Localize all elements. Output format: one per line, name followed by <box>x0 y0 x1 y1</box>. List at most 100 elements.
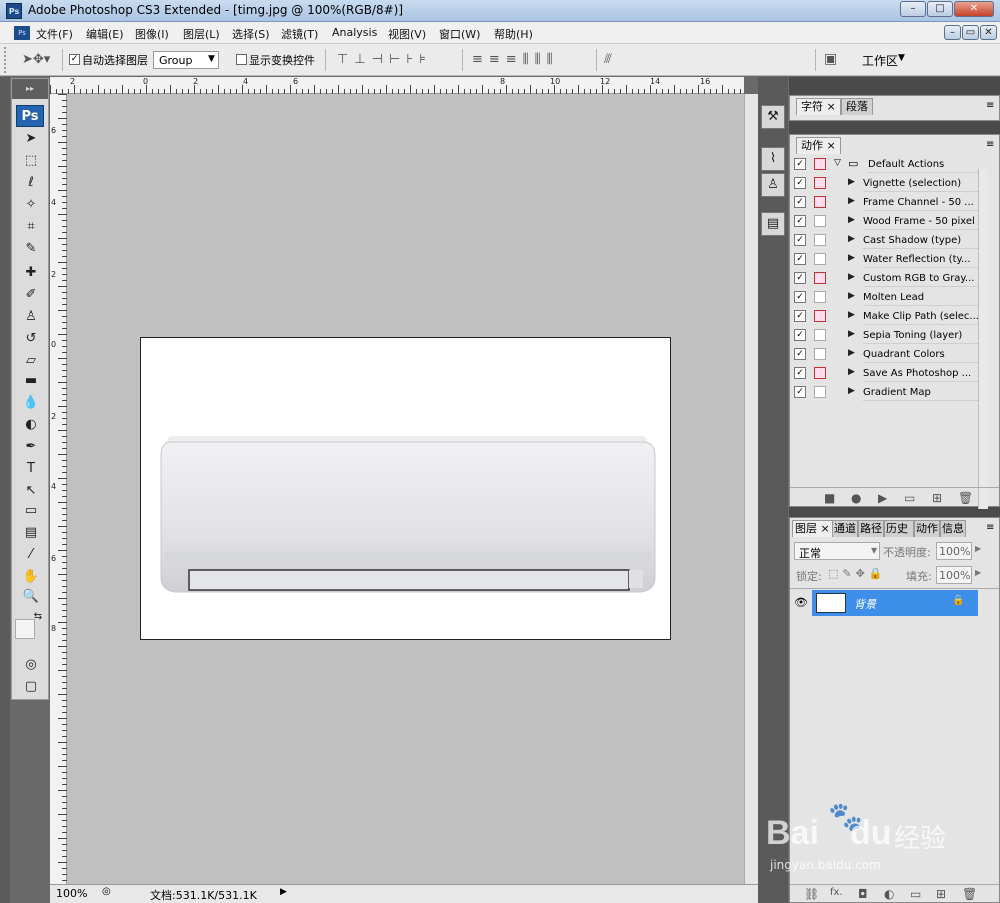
checkmark-icon[interactable]: ✓ <box>794 310 806 322</box>
action-set-row[interactable]: ✓ ▽ ▭ Default Actions <box>790 155 984 174</box>
collapsed-triangle-icon[interactable]: ▶ <box>848 348 855 358</box>
tab-actions[interactable]: 动作 × <box>796 137 841 154</box>
chevron-down-icon[interactable]: ▼ <box>898 53 905 63</box>
dialog-toggle-icon[interactable] <box>814 367 826 379</box>
dialog-toggle-icon[interactable] <box>814 253 826 265</box>
tab-character[interactable]: 字符 × <box>796 98 841 115</box>
opacity-slider-arrow-icon[interactable]: ▶ <box>975 544 981 553</box>
layer-mask-icon[interactable]: ◘ <box>858 887 868 901</box>
layer-row-selected[interactable]: 背景 🔒 <box>812 590 978 616</box>
dialog-toggle-icon[interactable] <box>814 329 826 341</box>
opacity-input[interactable]: 100% <box>936 542 972 560</box>
tab-info[interactable]: 信息 <box>940 520 966 537</box>
menu-file[interactable]: 文件(F) <box>36 26 73 42</box>
blend-mode-dropdown[interactable]: 正常 ▼ <box>794 542 880 560</box>
auto-select-checkbox[interactable]: ✓ <box>69 54 80 65</box>
brushes-icon[interactable]: ⌇ <box>761 147 785 171</box>
checkmark-icon[interactable]: ✓ <box>794 196 806 208</box>
action-row[interactable]: ✓ ▶ Molten Lead <box>790 288 979 307</box>
fill-input[interactable]: 100% <box>936 566 972 584</box>
auto-align-icon[interactable]: ⫻ <box>604 52 612 67</box>
actions-scrollbar[interactable] <box>978 169 988 509</box>
workspace-button[interactable]: 工作区 <box>862 52 898 69</box>
restore-button[interactable]: □ <box>927 1 953 17</box>
status-icon[interactable]: ◎ <box>102 886 111 897</box>
quick-mask-icon[interactable]: ◎ <box>18 655 44 675</box>
brush-tool-icon[interactable]: ✐ <box>18 285 44 305</box>
collapsed-triangle-icon[interactable]: ▶ <box>848 329 855 339</box>
gradient-tool-icon[interactable]: ▬ <box>18 371 44 391</box>
tab-layers[interactable]: 图层 × <box>792 520 833 537</box>
layer-comps-icon[interactable]: ▤ <box>761 212 785 236</box>
action-row[interactable]: ✓ ▶ Quadrant Colors <box>790 345 979 364</box>
collapsed-triangle-icon[interactable]: ▶ <box>848 215 855 225</box>
collapsed-triangle-icon[interactable]: ▶ <box>848 177 855 187</box>
action-row[interactable]: ✓ ▶ Vignette (selection) <box>790 174 979 193</box>
expanded-triangle-icon[interactable]: ▽ <box>834 158 841 168</box>
checkmark-icon[interactable]: ✓ <box>794 253 806 265</box>
collapsed-triangle-icon[interactable]: ▶ <box>848 253 855 263</box>
move-tool-icon[interactable]: ➤ <box>18 129 44 149</box>
menu-analysis[interactable]: Analysis <box>332 26 377 39</box>
action-row[interactable]: ✓ ▶ Water Reflection (ty... <box>790 250 979 269</box>
type-tool-icon[interactable]: T <box>18 459 44 479</box>
tab-paths[interactable]: 路径 <box>858 520 884 537</box>
new-action-icon[interactable]: ⊞ <box>932 491 942 505</box>
collapsed-triangle-icon[interactable]: ▶ <box>848 367 855 377</box>
checkmark-icon[interactable]: ✓ <box>794 367 806 379</box>
dialog-toggle-icon[interactable] <box>814 272 826 284</box>
checkmark-icon[interactable]: ✓ <box>794 234 806 246</box>
history-brush-icon[interactable]: ↺ <box>18 329 44 349</box>
menu-edit[interactable]: 编辑(E) <box>86 26 124 42</box>
slice-tool-icon[interactable]: ✎ <box>18 239 44 259</box>
toolbox-collapse-icon[interactable]: ▸▸ <box>12 79 48 99</box>
magic-wand-icon[interactable]: ✧ <box>18 195 44 215</box>
move-tool-preset-icon[interactable]: ➤✥▾ <box>22 52 50 67</box>
stop-icon[interactable]: ■ <box>824 491 835 505</box>
record-icon[interactable]: ● <box>851 491 861 505</box>
collapsed-triangle-icon[interactable]: ▶ <box>848 234 855 244</box>
action-row[interactable]: ✓ ▶ Wood Frame - 50 pixel <box>790 212 979 231</box>
checkmark-icon[interactable]: ✓ <box>794 158 806 170</box>
status-menu-arrow-icon[interactable]: ▶ <box>280 887 287 897</box>
vertical-scrollbar[interactable] <box>744 94 758 884</box>
healing-brush-icon[interactable]: ✚ <box>18 263 44 283</box>
tools-preset-icon[interactable]: ⚒ <box>761 105 785 129</box>
notes-tool-icon[interactable]: ▤ <box>18 523 44 543</box>
tab-history[interactable]: 历史记录 <box>884 520 914 537</box>
menu-filter[interactable]: 滤镜(T) <box>281 26 318 42</box>
panel-menu-icon[interactable]: ≡ <box>986 139 994 150</box>
checkmark-icon[interactable]: ✓ <box>794 291 806 303</box>
menu-help[interactable]: 帮助(H) <box>494 26 533 42</box>
blur-tool-icon[interactable]: 💧 <box>18 393 44 413</box>
panel-menu-icon[interactable]: ≡ <box>986 100 994 111</box>
collapsed-triangle-icon[interactable]: ▶ <box>848 196 855 206</box>
action-row[interactable]: ✓ ▶ Custom RGB to Gray... <box>790 269 979 288</box>
crop-tool-icon[interactable]: ⌗ <box>18 217 44 237</box>
dialog-toggle-icon[interactable] <box>814 158 826 170</box>
fill-slider-arrow-icon[interactable]: ▶ <box>975 568 981 577</box>
screen-mode-icon[interactable]: ▢ <box>18 677 44 697</box>
eye-icon[interactable]: 👁 <box>794 596 808 609</box>
dialog-toggle-icon[interactable] <box>814 177 826 189</box>
action-row[interactable]: ✓ ▶ Make Clip Path (selec... <box>790 307 979 326</box>
collapsed-triangle-icon[interactable]: ▶ <box>848 310 855 320</box>
lock-icons[interactable]: ⬚✎✥🔒 <box>828 567 887 580</box>
new-group-icon[interactable]: ▭ <box>910 887 921 901</box>
dodge-tool-icon[interactable]: ◐ <box>18 415 44 435</box>
menu-select[interactable]: 选择(S) <box>232 26 270 42</box>
close-button[interactable]: ✕ <box>954 1 994 17</box>
action-row[interactable]: ✓ ▶ Frame Channel - 50 ... <box>790 193 979 212</box>
layer-style-icon[interactable]: fx. <box>830 887 843 898</box>
dialog-toggle-icon[interactable] <box>814 348 826 360</box>
tab-channels[interactable]: 通道 <box>832 520 858 537</box>
document-icon[interactable]: Ps <box>14 26 30 40</box>
panel-menu-icon[interactable]: ≡ <box>986 522 994 533</box>
ps-logo[interactable]: Ps <box>16 105 44 127</box>
distribute-icons[interactable]: ≡≡≡⫼⫼⫼ <box>472 52 559 67</box>
checkmark-icon[interactable]: ✓ <box>794 272 806 284</box>
new-layer-icon[interactable]: ⊞ <box>936 887 946 901</box>
new-set-icon[interactable]: ▭ <box>904 491 915 505</box>
checkmark-icon[interactable]: ✓ <box>794 177 806 189</box>
shape-tool-icon[interactable]: ▭ <box>18 501 44 521</box>
